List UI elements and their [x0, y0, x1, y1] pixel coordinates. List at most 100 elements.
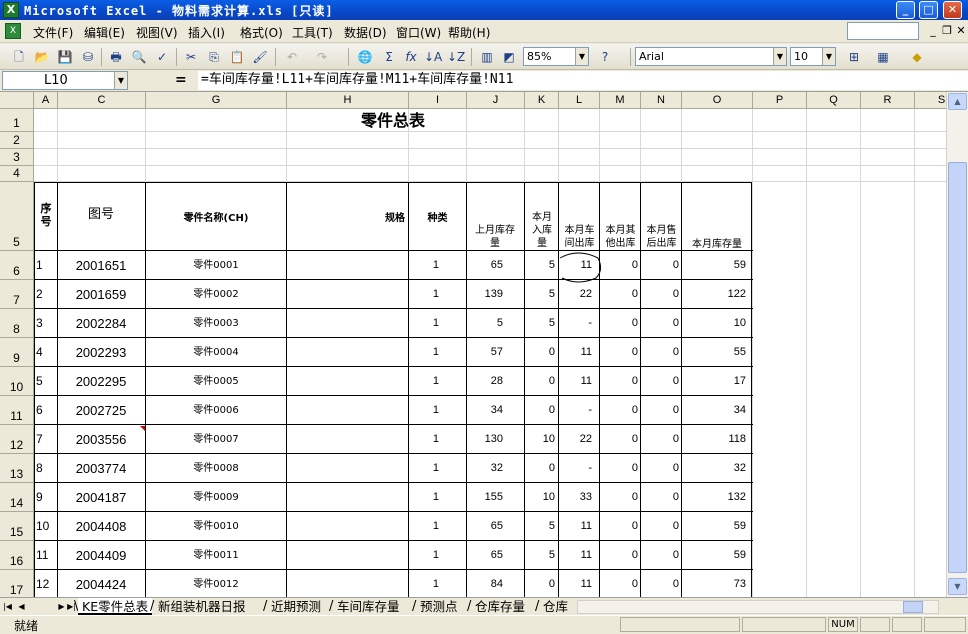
column-header-n[interactable]: N	[641, 92, 682, 109]
column-header-c[interactable]: C	[58, 92, 146, 109]
cell-drawing-8[interactable]: 2003774	[58, 454, 144, 483]
header-other-out[interactable]: 本月其他出库	[602, 224, 639, 250]
column-header-g[interactable]: G	[146, 92, 287, 109]
cell-stock-6[interactable]: 34	[682, 396, 746, 425]
cell-type-2[interactable]: 1	[409, 280, 439, 309]
cell-ws-10[interactable]: 11	[559, 512, 592, 541]
cell-seq-3[interactable]: 3	[36, 309, 56, 338]
cell-seq-2[interactable]: 2	[36, 280, 56, 309]
cell-type-12[interactable]: 1	[409, 570, 439, 597]
permission-icon[interactable]: ⛁	[79, 48, 97, 66]
cell-drawing-9[interactable]: 2004187	[58, 483, 144, 512]
cell-seq-10[interactable]: 10	[36, 512, 56, 541]
cell-ws-4[interactable]: 11	[559, 338, 592, 367]
row-header-7[interactable]: 7	[0, 280, 34, 309]
redo-icon[interactable]: ↷	[313, 48, 331, 66]
cell-seq-4[interactable]: 4	[36, 338, 56, 367]
horizontal-scroll-thumb[interactable]	[903, 601, 923, 613]
borders-icon[interactable]: ▦	[874, 48, 892, 66]
cell-type-11[interactable]: 1	[409, 541, 439, 570]
cell-other-3[interactable]: 0	[600, 309, 638, 338]
cell-stock-1[interactable]: 59	[682, 251, 746, 280]
row-header-15[interactable]: 15	[0, 512, 34, 541]
cell-after-4[interactable]: 0	[641, 338, 679, 367]
cell-type-10[interactable]: 1	[409, 512, 439, 541]
row-header-1[interactable]: 1	[0, 109, 34, 132]
horizontal-scrollbar[interactable]	[577, 600, 939, 614]
cell-last-1[interactable]: 65	[467, 251, 503, 280]
excel-app-icon[interactable]: X	[3, 2, 19, 18]
hyperlink-icon[interactable]: 🌐	[356, 48, 374, 66]
cell-type-4[interactable]: 1	[409, 338, 439, 367]
close-button[interactable]: ✕	[943, 1, 962, 19]
doc-close-icon[interactable]: ✕	[954, 23, 968, 38]
cell-other-1[interactable]: 0	[600, 251, 638, 280]
drawing-icon[interactable]: ◩	[500, 48, 518, 66]
function-icon[interactable]: fx	[402, 48, 420, 66]
sheet-title[interactable]: 零件总表	[34, 109, 752, 132]
cell-in-9[interactable]: 10	[525, 483, 555, 512]
column-header-r[interactable]: R	[861, 92, 915, 109]
cell-name-1[interactable]: 零件0001	[146, 251, 286, 280]
cell-drawing-5[interactable]: 2002295	[58, 367, 144, 396]
column-header-k[interactable]: K	[525, 92, 559, 109]
menu-tools[interactable]: 工具(T)	[292, 24, 333, 41]
row-header-16[interactable]: 16	[0, 541, 34, 570]
cell-name-8[interactable]: 零件0008	[146, 454, 286, 483]
cell-drawing-6[interactable]: 2002725	[58, 396, 144, 425]
row-header-5[interactable]: 5	[0, 182, 34, 251]
row-header-14[interactable]: 14	[0, 483, 34, 512]
row-header-9[interactable]: 9	[0, 338, 34, 367]
cell-after-1[interactable]: 0	[641, 251, 679, 280]
cell-type-6[interactable]: 1	[409, 396, 439, 425]
cell-other-8[interactable]: 0	[600, 454, 638, 483]
menu-edit[interactable]: 编辑(E)	[84, 24, 125, 41]
cell-last-3[interactable]: 5	[467, 309, 503, 338]
cell-name-9[interactable]: 零件0009	[146, 483, 286, 512]
minimize-button[interactable]: _	[896, 1, 915, 19]
cell-last-2[interactable]: 139	[467, 280, 503, 309]
header-type[interactable]: 种类	[409, 212, 466, 225]
cell-last-4[interactable]: 57	[467, 338, 503, 367]
cell-stock-2[interactable]: 122	[682, 280, 746, 309]
cell-in-2[interactable]: 5	[525, 280, 555, 309]
cell-seq-7[interactable]: 7	[36, 425, 56, 454]
cell-name-5[interactable]: 零件0005	[146, 367, 286, 396]
cell-last-12[interactable]: 84	[467, 570, 503, 597]
row-header-8[interactable]: 8	[0, 309, 34, 338]
cell-in-5[interactable]: 0	[525, 367, 555, 396]
help-icon[interactable]: ?	[596, 48, 614, 66]
cell-after-6[interactable]: 0	[641, 396, 679, 425]
sheet-tab-forecast-point[interactable]: 预测点	[416, 598, 462, 615]
cell-type-8[interactable]: 1	[409, 454, 439, 483]
column-header-j[interactable]: J	[467, 92, 525, 109]
print-icon[interactable]: 🖶	[107, 48, 125, 66]
cell-drawing-3[interactable]: 2002284	[58, 309, 144, 338]
cell-type-1[interactable]: 1	[409, 251, 439, 280]
column-header-h[interactable]: H	[287, 92, 409, 109]
cell-other-5[interactable]: 0	[600, 367, 638, 396]
save-icon[interactable]: 💾	[56, 48, 74, 66]
cell-other-12[interactable]: 0	[600, 570, 638, 597]
cell-name-3[interactable]: 零件0003	[146, 309, 286, 338]
cell-last-5[interactable]: 28	[467, 367, 503, 396]
open-icon[interactable]: 📂	[33, 48, 51, 66]
cell-stock-9[interactable]: 132	[682, 483, 746, 512]
column-header-a[interactable]: A	[34, 92, 58, 109]
cell-type-7[interactable]: 1	[409, 425, 439, 454]
menu-format[interactable]: 格式(O)	[240, 24, 283, 41]
cell-seq-8[interactable]: 8	[36, 454, 56, 483]
column-header-i[interactable]: I	[409, 92, 467, 109]
menu-help[interactable]: 帮助(H)	[448, 24, 490, 41]
cell-seq-11[interactable]: 11	[36, 541, 56, 570]
cell-in-6[interactable]: 0	[525, 396, 555, 425]
header-month-stock[interactable]: 本月库存量	[684, 238, 750, 251]
formula-input[interactable]: =车间库存量!L11+车间库存量!M11+车间库存量!N11	[198, 71, 968, 90]
prev-sheet-icon[interactable]: ◀	[16, 600, 27, 613]
cell-ws-9[interactable]: 33	[559, 483, 592, 512]
menu-data[interactable]: 数据(D)	[344, 24, 387, 41]
cell-drawing-4[interactable]: 2002293	[58, 338, 144, 367]
cell-other-4[interactable]: 0	[600, 338, 638, 367]
cell-last-6[interactable]: 34	[467, 396, 503, 425]
font-size-select[interactable]: 10 ▼	[790, 47, 836, 66]
